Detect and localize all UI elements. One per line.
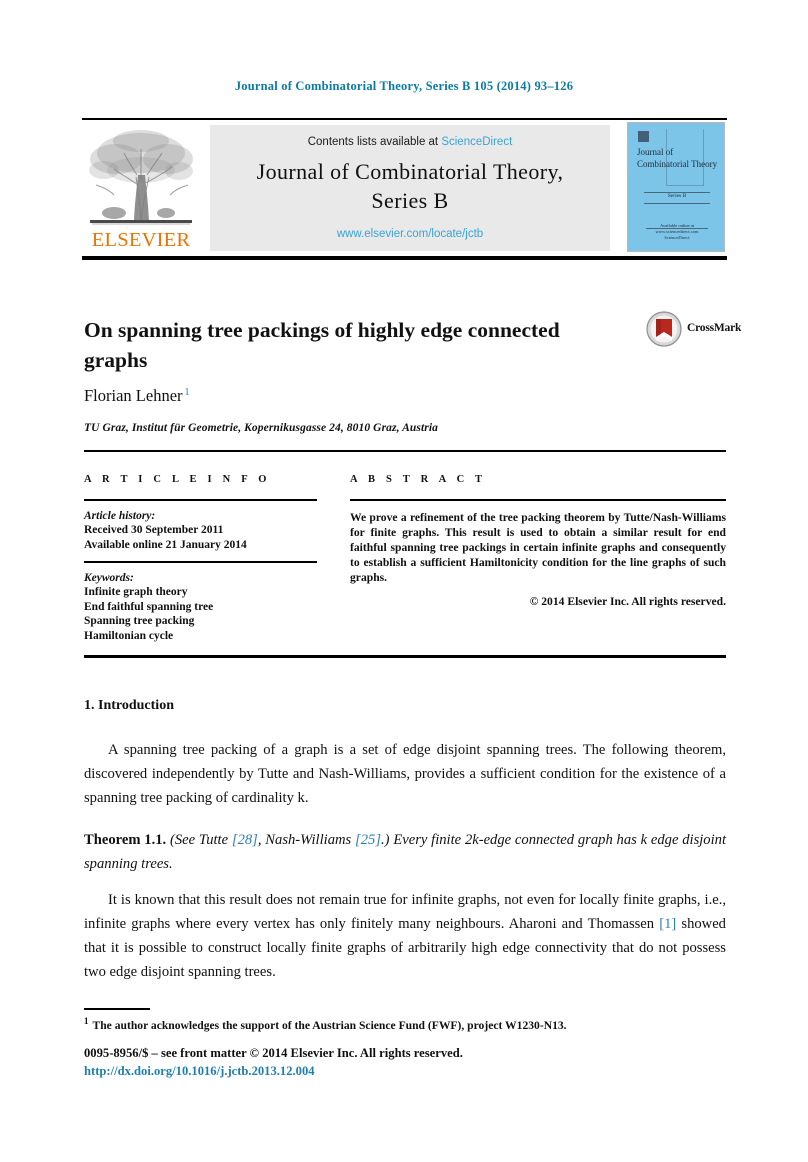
info-block-top-rule [84,450,726,452]
masthead-bottom-rule [82,256,727,260]
theorem-1-1: Theorem 1.1. (See Tutte [28], Nash-Willi… [84,828,726,876]
elsevier-tree-icon [89,130,193,225]
citation-link-25[interactable]: [25] [355,832,381,848]
sciencedirect-link[interactable]: ScienceDirect [441,136,512,148]
journal-title-line-1: Journal of Combinatorial Theory, [256,159,564,184]
cover-footer-line-2: ScienceDirect [664,235,690,240]
theorem-attribution-pre: (See Tutte [169,832,232,848]
journal-homepage-link[interactable]: www.elsevier.com/locate/jctb [210,228,610,240]
introduction-paragraph-2-pre: It is known that this result does not re… [84,892,726,932]
article-title: On spanning tree packings of highly edge… [84,318,560,373]
elsevier-wordmark: ELSEVIER [91,228,191,251]
info-block-bottom-rule [84,655,726,658]
journal-cover-thumbnail[interactable]: Journal of Combinatorial Theory Series B… [627,122,725,252]
article-info-heading: A R T I C L E I N F O [84,474,271,485]
journal-title-line-2: Series B [371,188,449,213]
section-heading-introduction: 1. Introduction [84,698,174,713]
crossmark-badge[interactable]: CrossMark [646,311,741,349]
introduction-paragraph-1-text: A spanning tree packing of a graph is a … [84,742,726,806]
contents-available-line: Contents lists available at ScienceDirec… [210,136,610,148]
journal-title: Journal of Combinatorial Theory, Series … [224,157,596,215]
abstract-heading-rule [350,499,726,501]
article-history-label: Article history: [84,509,156,522]
page-footer: 0095-8956/$ – see front matter © 2014 El… [84,1044,726,1080]
abstract-heading: A B S T R A C T [350,474,487,485]
contents-prefix-text: Contents lists available at [307,136,442,148]
keywords-label: Keywords: [84,571,134,584]
issn-front-matter-line: 0095-8956/$ – see front matter © 2014 El… [84,1046,463,1060]
crossmark-label: CrossMark [687,322,742,334]
abstract-copyright: © 2014 Elsevier Inc. All rights reserved… [529,594,726,608]
keyword-item: Hamiltonian cycle [84,629,174,642]
article-info-heading-rule [84,499,317,501]
footnote-separator-rule [84,1008,150,1010]
cover-rule-bottom [644,203,710,204]
journal-masthead: ELSEVIER Contents lists available at Sci… [82,118,727,260]
cover-footer-line-1: Available online at www.sciencedirect.co… [655,223,699,234]
keyword-item: Spanning tree packing [84,615,195,627]
introduction-paragraph-2: It is known that this result does not re… [84,888,726,984]
author-footnote-marker[interactable]: 1 [185,387,190,398]
contents-box: Contents lists available at ScienceDirec… [210,125,610,251]
elsevier-logo: ELSEVIER [84,125,198,251]
crossmark-icon [646,311,682,347]
cover-publisher-mark-icon [638,131,649,142]
citation-link-28[interactable]: [28] [232,832,258,848]
keyword-item: End faithful spanning tree [84,600,214,613]
cover-footer: Available online at www.sciencedirect.co… [646,223,708,241]
author-affiliation: TU Graz, Institut für Geometrie, Koperni… [84,422,438,434]
introduction-paragraph-1: A spanning tree packing of a graph is a … [84,738,726,810]
footnote-marker: 1 [84,1016,89,1026]
abstract-column: A B S T R A C T We prove a refinement of… [350,474,726,608]
article-info-column: A R T I C L E I N F O Article history: R… [84,474,317,643]
footnote-1: 1 The author acknowledges the support of … [84,1014,726,1033]
theorem-attribution-mid: , Nash-Williams [257,832,356,848]
cover-title: Journal of Combinatorial Theory [637,147,718,169]
article-history-line-2: Available online 21 January 2014 [84,538,247,551]
theorem-label: Theorem 1.1. [84,832,167,848]
abstract-body: We prove a refinement of the tree packin… [350,510,726,585]
article-history-group: Article history: Received 30 September 2… [84,509,317,553]
running-head: Journal of Combinatorial Theory, Series … [234,79,574,93]
article-history-line-1: Received 30 September 2011 [84,524,224,536]
author-name: Florian Lehner 1 [84,386,190,406]
doi-link[interactable]: http://dx.doi.org/10.1016/j.jctb.2013.12… [84,1062,726,1080]
keywords-separator-rule [84,561,317,563]
keyword-item: Infinite graph theory [84,586,188,598]
cover-series-label: Series B [667,193,687,199]
citation-link-1[interactable]: [1] [659,916,676,932]
masthead-top-rule [82,118,727,120]
paper-page: Journal of Combinatorial Theory, Series … [0,0,808,1162]
author-name-text: Florian Lehner [84,386,183,405]
keywords-group: Keywords: Infinite graph theory End fait… [84,571,317,644]
footnote-text: The author acknowledges the support of t… [92,1018,567,1032]
theorem-attribution-post: .) [381,832,390,848]
